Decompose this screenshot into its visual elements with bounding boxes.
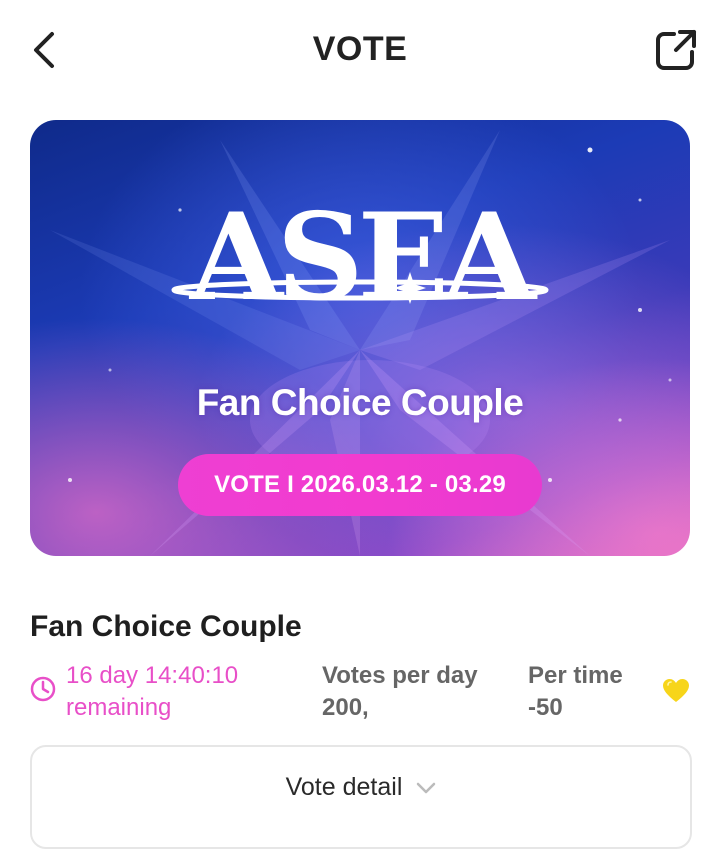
votes-per-day-value: 200, [322,694,369,721]
remaining-label: remaining [66,694,172,721]
banner-subtitle: Fan Choice Couple [196,382,524,423]
votes-per-day-label: Votes per day [322,662,478,689]
top-bar: VOTE [0,0,720,100]
vote-title: Fan Choice Couple [30,610,302,643]
logo-ring-decoration [171,272,549,304]
event-banner[interactable]: ASEA Fan Choice Couple VOTE I 2026.03.12… [30,120,690,556]
share-external-icon [656,30,696,70]
share-button[interactable] [652,26,700,74]
vote-period-pill: VOTE I 2026.03.12 - 03.29 [178,454,542,516]
vote-detail-toggle[interactable]: Vote detail [30,745,692,849]
per-time: Per time -50 [528,660,623,724]
heart-icon [663,679,689,702]
remaining-countdown: 16 day 14:40:10 [66,662,239,689]
page-title: VOTE [312,30,408,68]
clock-icon [30,676,56,702]
per-time-value: -50 [528,694,563,721]
votes-per-day: Votes per day 200, [322,660,478,724]
per-time-label: Per time [528,662,623,689]
vote-detail-row: Vote detail [32,773,690,802]
time-remaining: 16 day 14:40:10 remaining [30,660,300,724]
chevron-down-icon [417,782,436,793]
vote-detail-label: Vote detail [285,773,403,801]
remaining-text: 16 day 14:40:10 remaining [66,660,238,724]
